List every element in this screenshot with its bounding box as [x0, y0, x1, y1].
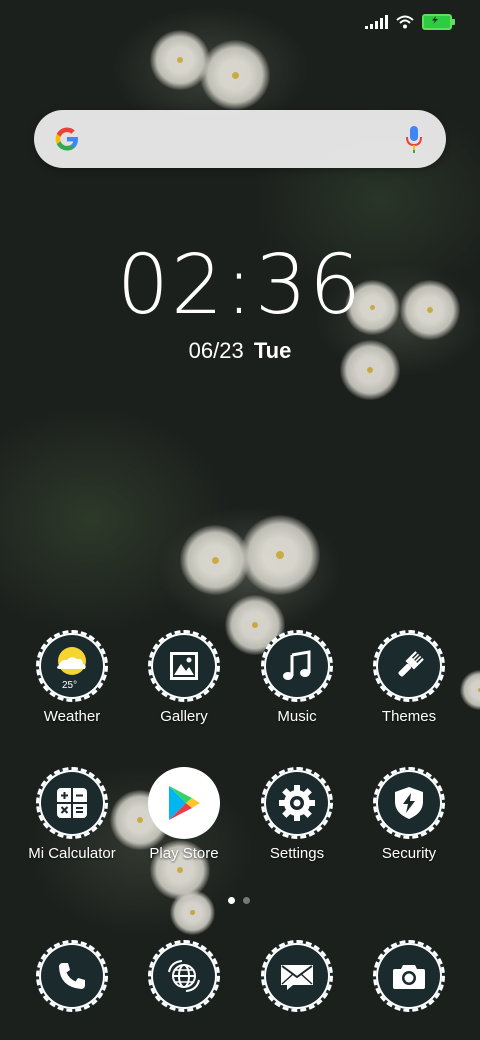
browser-globe-icon [148, 940, 220, 1012]
app-music[interactable]: Music [241, 630, 353, 725]
dock-messages[interactable] [241, 940, 353, 1012]
google-icon [55, 127, 78, 151]
signal-icon [365, 15, 388, 29]
app-weather[interactable]: 25° Weather [16, 630, 128, 725]
gallery-icon [148, 630, 220, 702]
mic-icon[interactable] [404, 124, 424, 154]
wallpaper-flower [170, 890, 215, 935]
app-themes[interactable]: Themes [353, 630, 465, 725]
date-value: 06/23 [188, 338, 244, 363]
gear-icon [261, 767, 333, 839]
shield-icon [373, 767, 445, 839]
page-indicator [228, 897, 250, 904]
app-label: Gallery [160, 708, 208, 725]
app-gallery[interactable]: Gallery [128, 630, 240, 725]
app-label: Themes [381, 708, 437, 725]
messages-icon [261, 940, 333, 1012]
dock-phone[interactable] [16, 940, 128, 1012]
status-bar [365, 12, 455, 32]
dock-browser[interactable] [128, 940, 240, 1012]
app-label: Security [381, 845, 437, 862]
camera-icon [373, 940, 445, 1012]
app-label: Settings [269, 845, 325, 862]
google-search-bar[interactable] [34, 110, 446, 168]
clock-time[interactable]: 02:36 [0, 245, 480, 327]
paintbrush-icon [373, 630, 445, 702]
battery-charging-icon [422, 14, 455, 30]
page-dot [243, 897, 250, 904]
phone-icon [36, 940, 108, 1012]
app-label: Mi Calculator [28, 845, 116, 862]
page-dot-active [228, 897, 235, 904]
app-label: Weather [43, 708, 101, 725]
calculator-icon [36, 767, 108, 839]
app-play-store[interactable]: Play Store [128, 767, 240, 862]
music-note-icon [261, 630, 333, 702]
app-label: Play Store [149, 845, 219, 862]
wallpaper-flower [200, 40, 270, 110]
weather-icon: 25° [36, 630, 108, 702]
play-store-icon [148, 767, 220, 839]
wifi-icon [396, 15, 414, 29]
clock-date[interactable]: 06/23 Tue [0, 338, 480, 364]
dock-camera[interactable] [353, 940, 465, 1012]
wallpaper-flower [240, 515, 320, 595]
day-of-week: Tue [253, 338, 292, 363]
app-label: Music [277, 708, 317, 725]
app-settings[interactable]: Settings [241, 767, 353, 862]
app-security[interactable]: Security [353, 767, 465, 862]
weather-temp: 25° [62, 680, 78, 691]
app-mi-calculator[interactable]: Mi Calculator [16, 767, 128, 862]
